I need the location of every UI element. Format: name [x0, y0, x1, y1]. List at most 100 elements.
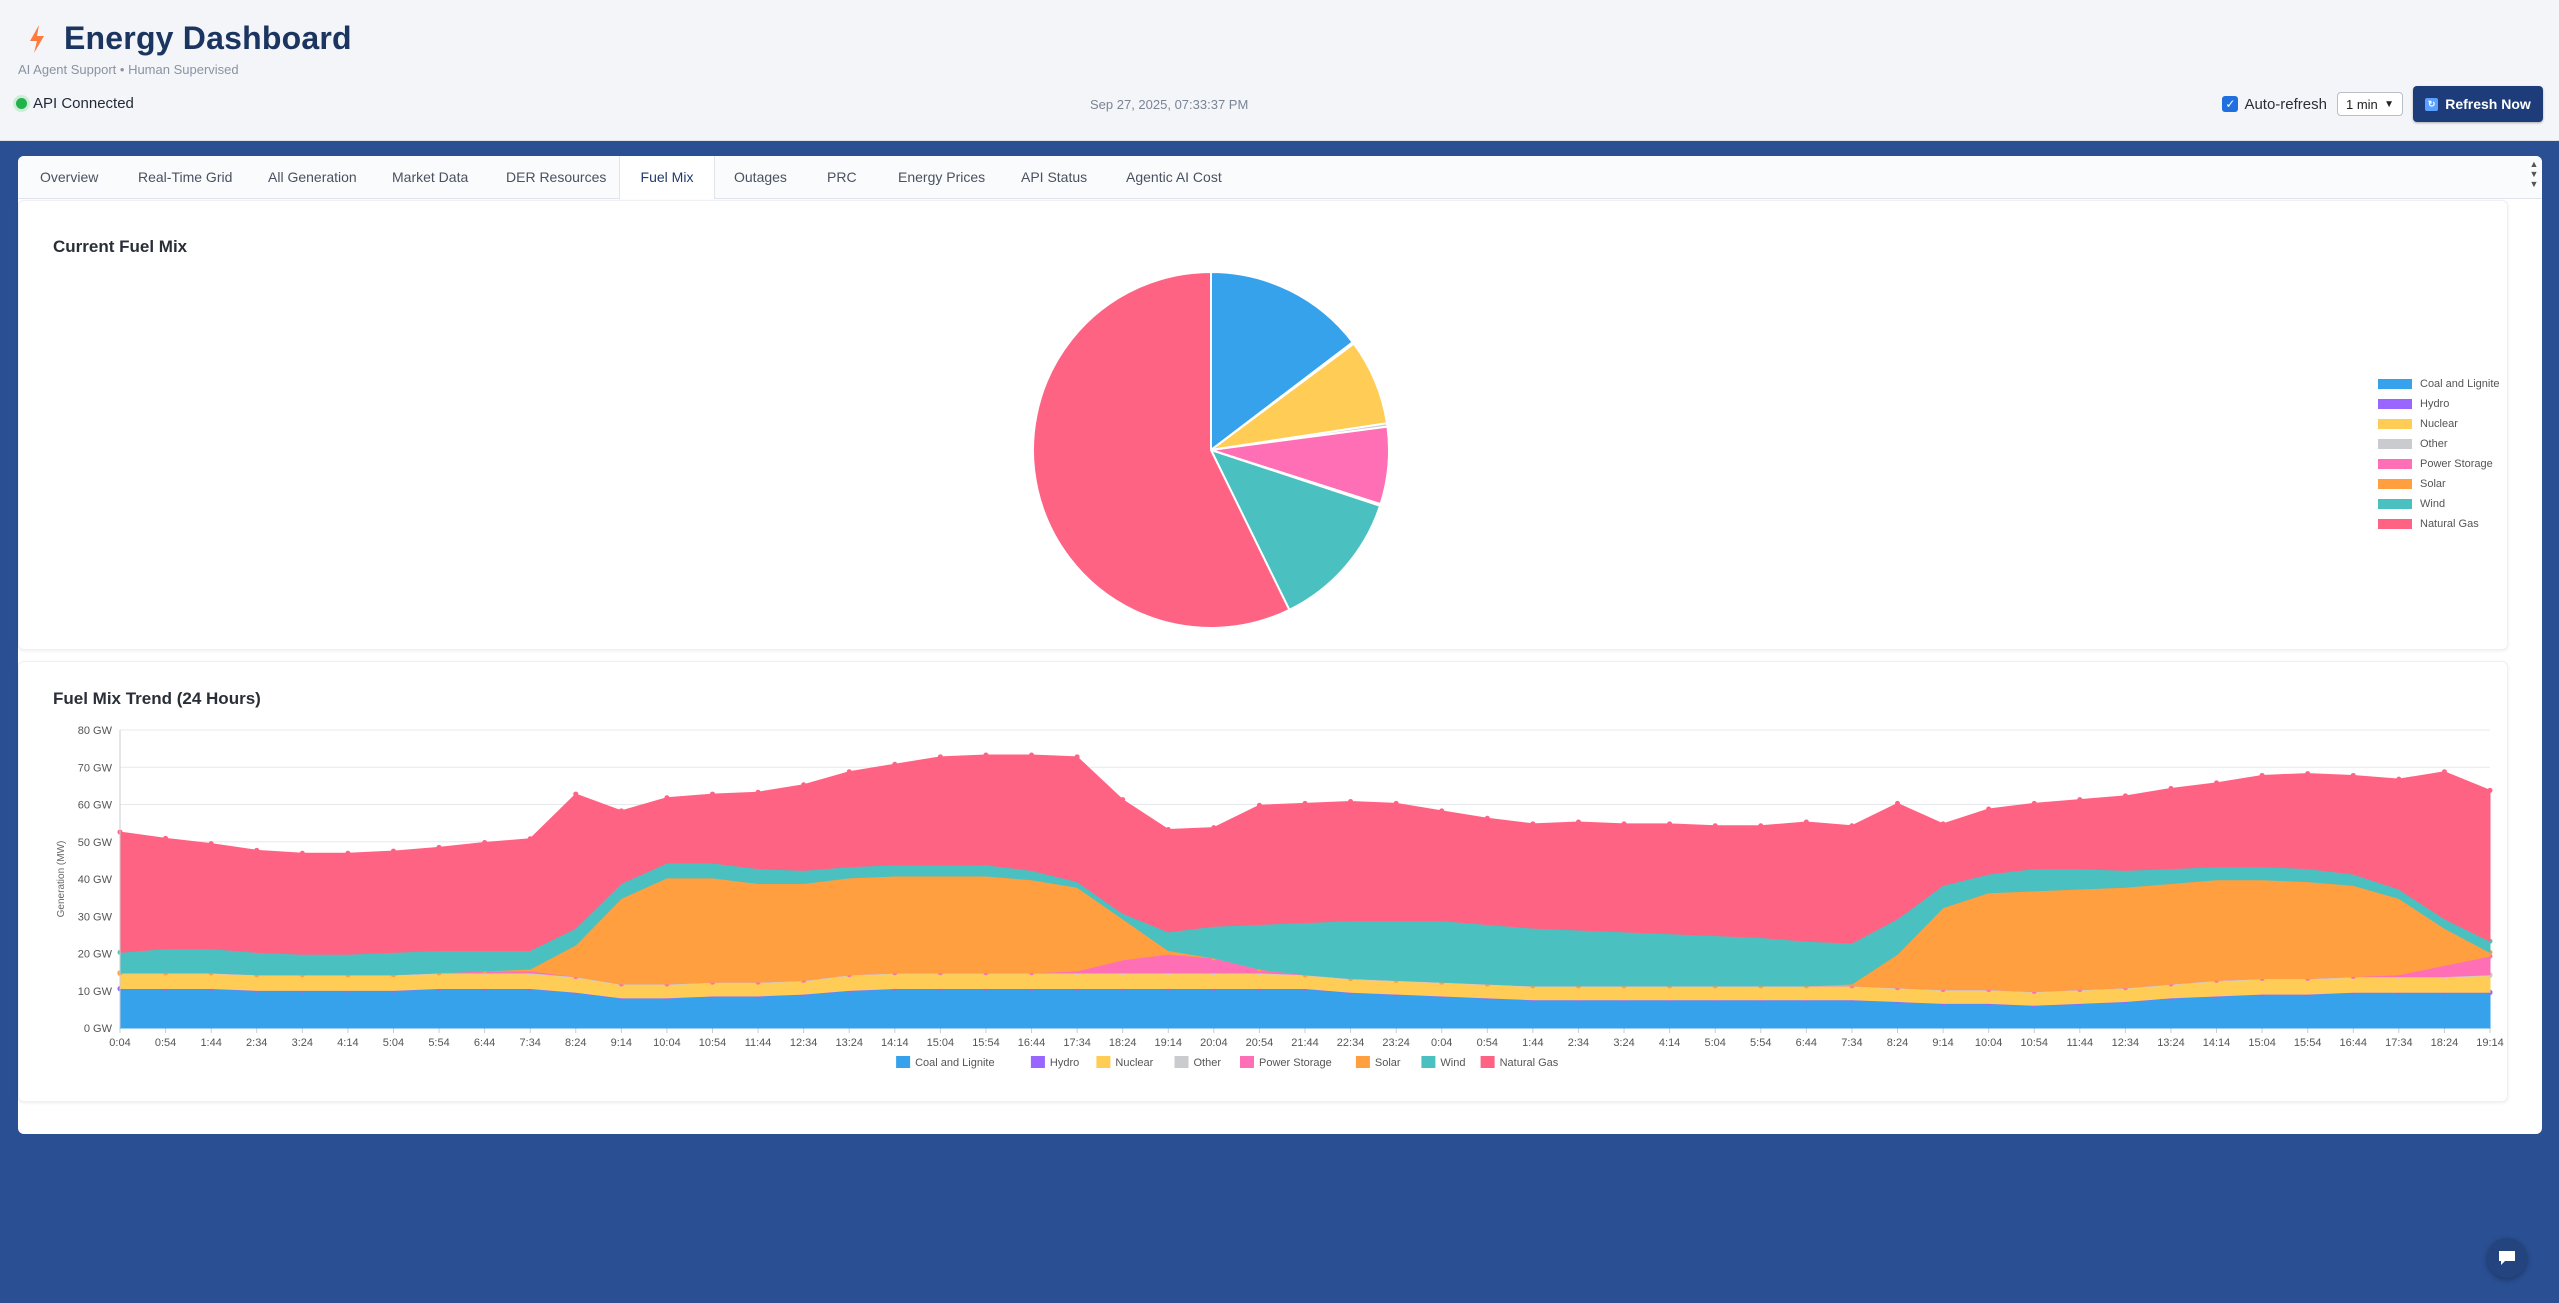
tab-all-generation[interactable]: All Generation [268, 156, 357, 198]
data-point[interactable] [1803, 819, 1809, 825]
legend-swatch [2378, 439, 2412, 449]
data-point[interactable] [664, 795, 670, 801]
data-point[interactable] [1712, 823, 1718, 829]
page-title: Energy Dashboard [64, 20, 352, 56]
data-point[interactable] [983, 752, 989, 758]
data-point[interactable] [1530, 821, 1536, 827]
legend-item-power-storage[interactable]: Power Storage [2378, 454, 2500, 474]
header: Energy Dashboard AI Agent Support • Huma… [0, 0, 2559, 141]
chat-button[interactable] [2487, 1238, 2527, 1278]
tab-agentic-ai-cost[interactable]: Agentic AI Cost [1126, 156, 1222, 198]
data-point[interactable] [2031, 800, 2037, 806]
x-tick-label: 4:14 [337, 1037, 358, 1049]
legend-item-hydro[interactable]: Hydro [2378, 394, 2500, 414]
legend-swatch [1421, 1056, 1436, 1068]
tab-fuel-mix[interactable]: Fuel Mix [619, 156, 715, 199]
x-tick-label: 17:34 [1063, 1037, 1091, 1049]
auto-refresh-checkbox[interactable]: ✓ [2222, 96, 2239, 112]
data-point[interactable] [1348, 799, 1354, 805]
tab-scroll-arrows[interactable]: ▲ ▼ ▼ [2528, 159, 2540, 189]
fuel-mix-pie-chart [1032, 270, 1390, 629]
data-point[interactable] [299, 850, 305, 856]
refresh-icon: ↻ [2425, 97, 2439, 111]
trend-legend-item-wind[interactable]: Wind [1421, 1056, 1465, 1069]
data-point[interactable] [482, 839, 488, 845]
data-point[interactable] [801, 782, 807, 788]
tab-real-time-grid[interactable]: Real-Time Grid [138, 156, 232, 198]
data-point[interactable] [2122, 793, 2128, 799]
data-point[interactable] [1439, 808, 1445, 814]
legend-item-wind[interactable]: Wind [2378, 494, 2500, 514]
refresh-interval-select[interactable]: 1 min ▼ [2337, 92, 2403, 116]
data-point[interactable] [1393, 800, 1399, 806]
trend-legend-item-other[interactable]: Other [1174, 1056, 1222, 1069]
legend-item-solar[interactable]: Solar [2378, 474, 2500, 494]
data-point[interactable] [937, 754, 943, 760]
data-point[interactable] [573, 791, 579, 797]
tab-der-resources[interactable]: DER Resources [506, 156, 606, 198]
data-point[interactable] [390, 848, 396, 854]
data-point[interactable] [2441, 769, 2447, 775]
data-point[interactable] [1849, 823, 1855, 829]
data-point[interactable] [1575, 819, 1581, 825]
legend-item-coal-and-lignite[interactable]: Coal and Lignite [2378, 374, 2500, 394]
data-point[interactable] [755, 789, 761, 795]
trend-legend-item-power-storage[interactable]: Power Storage [1240, 1056, 1332, 1069]
data-point[interactable] [2350, 772, 2356, 778]
trend-legend-item-natural-gas[interactable]: Natural Gas [1480, 1056, 1559, 1069]
tab-energy-prices[interactable]: Energy Prices [898, 156, 985, 198]
data-point[interactable] [1256, 802, 1262, 808]
tab-overview[interactable]: Overview [40, 156, 98, 198]
trend-legend-item-nuclear[interactable]: Nuclear [1096, 1056, 1154, 1069]
legend-label: Other [2420, 438, 2448, 450]
data-point[interactable] [2168, 785, 2174, 791]
data-point[interactable] [710, 791, 715, 797]
data-point[interactable] [527, 836, 533, 842]
data-point[interactable] [1120, 797, 1126, 803]
pie-legend: Coal and Lignite Hydro Nuclear Other Power S… [2378, 374, 2500, 534]
data-point[interactable] [2259, 772, 2265, 778]
data-point[interactable] [2077, 797, 2083, 803]
trend-legend-item-hydro[interactable]: Hydro [1030, 1056, 1079, 1069]
data-point[interactable] [1986, 806, 1992, 812]
data-point[interactable] [2214, 780, 2220, 786]
data-point[interactable] [1211, 825, 1217, 831]
data-point[interactable] [2396, 776, 2402, 782]
legend-swatch [2378, 399, 2412, 409]
data-point[interactable] [1940, 821, 1946, 827]
x-tick-label: 5:04 [383, 1037, 404, 1049]
data-point[interactable] [1758, 823, 1764, 829]
data-point[interactable] [1621, 821, 1627, 827]
legend-item-natural-gas[interactable]: Natural Gas [2378, 514, 2500, 534]
data-point[interactable] [1074, 754, 1080, 760]
x-tick-label: 21:44 [1291, 1037, 1319, 1049]
data-point[interactable] [1302, 800, 1308, 806]
data-point[interactable] [1667, 821, 1673, 827]
data-point[interactable] [163, 835, 169, 841]
trend-legend-item-solar[interactable]: Solar [1355, 1056, 1401, 1069]
data-point[interactable] [436, 844, 442, 850]
trend-legend-item-coal-and-lignite[interactable]: Coal and Lignite [896, 1056, 995, 1069]
data-point[interactable] [618, 808, 624, 814]
data-point[interactable] [345, 850, 351, 856]
data-point[interactable] [2305, 771, 2311, 777]
tab-api-status[interactable]: API Status [1021, 156, 1087, 198]
x-tick-label: 15:54 [2294, 1037, 2322, 1049]
x-tick-label: 6:44 [474, 1037, 495, 1049]
data-point[interactable] [1165, 826, 1171, 832]
data-point[interactable] [254, 847, 260, 853]
refresh-now-button[interactable]: ↻ Refresh Now [2413, 86, 2543, 122]
legend-item-nuclear[interactable]: Nuclear [2378, 414, 2500, 434]
tab-outages[interactable]: Outages [734, 156, 787, 198]
x-tick-label: 4:14 [1659, 1037, 1680, 1049]
data-point[interactable] [1895, 800, 1900, 806]
data-point[interactable] [208, 841, 214, 847]
data-point[interactable] [892, 761, 898, 767]
legend-item-other[interactable]: Other [2378, 434, 2500, 454]
tab-prc[interactable]: PRC [827, 156, 857, 198]
data-point[interactable] [1484, 815, 1490, 821]
data-point[interactable] [2487, 787, 2493, 793]
tab-market-data[interactable]: Market Data [392, 156, 468, 198]
data-point[interactable] [846, 769, 852, 775]
data-point[interactable] [1029, 752, 1035, 758]
